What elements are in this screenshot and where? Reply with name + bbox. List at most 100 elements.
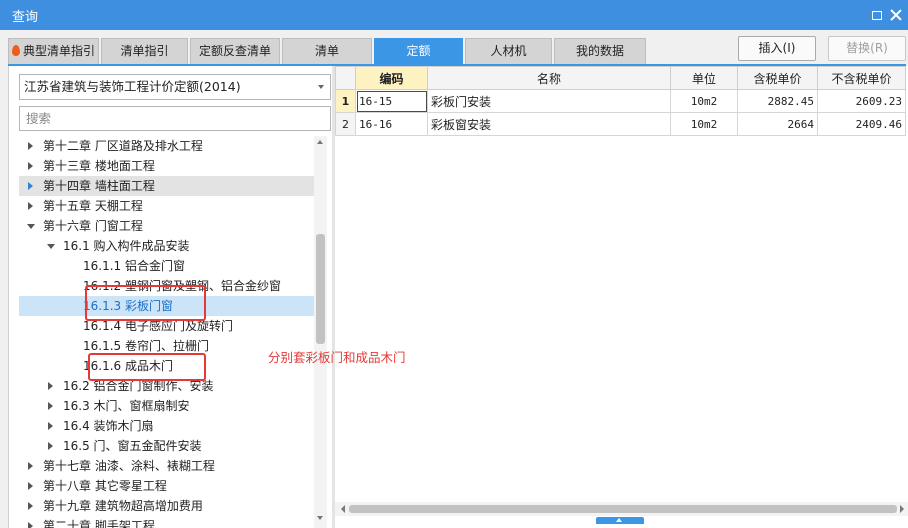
replace-button[interactable]: 替换(R) bbox=[828, 36, 906, 61]
table-row[interactable]: 2 16-16 彩板窗安装 10m2 2664 2409.46 bbox=[335, 112, 906, 136]
library-select[interactable]: 江苏省建筑与装饰工程计价定额(2014) bbox=[19, 74, 331, 100]
column-header-price-tax[interactable]: 含税单价 bbox=[737, 66, 818, 90]
library-select-value: 江苏省建筑与装饰工程计价定额(2014) bbox=[24, 79, 241, 94]
tree-node-label: 16.4 装饰木门扇 bbox=[63, 419, 154, 433]
tree-node-label: 第二十章 脚手架工程 bbox=[43, 519, 155, 528]
tree-node[interactable]: 16.1.2 塑钢门窗及塑钢、铝合金纱窗 bbox=[19, 276, 314, 296]
tree-node[interactable]: 16.5 门、窗五金配件安装 bbox=[19, 436, 314, 456]
scroll-down-icon[interactable] bbox=[317, 516, 323, 520]
tab-typical-list-guide[interactable]: 典型清单指引 bbox=[8, 38, 99, 64]
scroll-right-icon[interactable] bbox=[900, 505, 904, 513]
cell-price-tax[interactable]: 2882.45 bbox=[737, 89, 818, 113]
scroll-up-icon[interactable] bbox=[317, 140, 323, 144]
tree-node-label: 第十八章 其它零星工程 bbox=[43, 479, 167, 493]
column-header-price-notax[interactable]: 不含税单价 bbox=[817, 66, 906, 90]
tree-node[interactable]: 第十三章 楼地面工程 bbox=[19, 156, 314, 176]
expand-right-icon[interactable] bbox=[25, 496, 37, 516]
tab-quota-reverse-lookup[interactable]: 定额反查清单 bbox=[190, 38, 280, 64]
tree-node[interactable]: 第二十章 脚手架工程 bbox=[19, 516, 314, 528]
tree-node-label: 16.5 门、窗五金配件安装 bbox=[63, 439, 202, 453]
expand-right-icon[interactable] bbox=[45, 436, 57, 456]
tree-node[interactable]: 16.1 购入构件成品安装 bbox=[19, 236, 314, 256]
corner-cell bbox=[335, 66, 356, 90]
column-header-name[interactable]: 名称 bbox=[427, 66, 671, 90]
quota-table: 编码 名称 单位 含税单价 不含税单价 1 16-15 彩板门安装 10m2 2… bbox=[335, 66, 906, 136]
cell-code[interactable]: 16-15 bbox=[355, 89, 428, 113]
tree-node-label: 16.1.3 彩板门窗 bbox=[83, 299, 173, 313]
expand-right-icon[interactable] bbox=[45, 396, 57, 416]
cell-unit[interactable]: 10m2 bbox=[670, 89, 738, 113]
tree-node[interactable]: 第十九章 建筑物超高增加费用 bbox=[19, 496, 314, 516]
tree-node-label: 16.1.5 卷帘门、拉栅门 bbox=[83, 339, 209, 353]
tree-node[interactable]: 16.4 装饰木门扇 bbox=[19, 416, 314, 436]
tree-node[interactable]: 第十八章 其它零星工程 bbox=[19, 476, 314, 496]
tab-my-data[interactable]: 我的数据 bbox=[554, 38, 646, 64]
table-horizontal-scrollbar[interactable] bbox=[335, 502, 908, 516]
tree-node-label: 第十九章 建筑物超高增加费用 bbox=[43, 499, 203, 513]
tree-node[interactable]: 16.1.1 铝合金门窗 bbox=[19, 256, 314, 276]
column-header-unit[interactable]: 单位 bbox=[670, 66, 738, 90]
expand-right-icon[interactable] bbox=[25, 516, 37, 528]
tree-node-label: 16.1.1 铝合金门窗 bbox=[83, 259, 185, 273]
title-bar: 查询 bbox=[0, 0, 908, 30]
tree-node[interactable]: 第十五章 天棚工程 bbox=[19, 196, 314, 216]
tab-bill-list[interactable]: 清单 bbox=[282, 38, 372, 64]
tree-node-label: 16.2 铝合金门窗制作、安装 bbox=[63, 379, 214, 393]
tree-node[interactable]: 16.2 铝合金门窗制作、安装 bbox=[19, 376, 314, 396]
expand-right-icon[interactable] bbox=[25, 456, 37, 476]
column-header-code[interactable]: 编码 bbox=[355, 66, 428, 90]
tree-node-label: 第十二章 厂区道路及排水工程 bbox=[43, 139, 203, 153]
search-input[interactable] bbox=[19, 106, 331, 131]
cell-name[interactable]: 彩板门安装 bbox=[427, 89, 671, 113]
tree-node[interactable]: 第十六章 门窗工程 bbox=[19, 216, 314, 236]
quota-table-panel: 编码 名称 单位 含税单价 不含税单价 1 16-15 彩板门安装 10m2 2… bbox=[335, 66, 908, 528]
tree-node[interactable]: 16.1.3 彩板门窗 bbox=[19, 296, 314, 316]
scroll-left-icon[interactable] bbox=[341, 505, 345, 513]
expand-down-icon[interactable] bbox=[25, 216, 37, 236]
insert-button[interactable]: 插入(I) bbox=[738, 36, 816, 61]
expand-right-icon[interactable] bbox=[45, 376, 57, 396]
cell-code[interactable]: 16-16 bbox=[355, 112, 428, 136]
tree-node[interactable]: 第十七章 油漆、涂料、裱糊工程 bbox=[19, 456, 314, 476]
row-number: 2 bbox=[335, 112, 356, 136]
expand-right-icon[interactable] bbox=[25, 196, 37, 216]
tree-node[interactable]: 16.3 木门、窗框扇制安 bbox=[19, 396, 314, 416]
cell-unit[interactable]: 10m2 bbox=[670, 112, 738, 136]
tree-scrollbar[interactable] bbox=[314, 136, 327, 528]
expand-right-icon[interactable] bbox=[45, 416, 57, 436]
tab-label: 定额反查清单 bbox=[198, 44, 271, 58]
expand-right-icon[interactable] bbox=[25, 156, 37, 176]
expand-down-icon[interactable] bbox=[45, 236, 57, 256]
expand-right-icon[interactable] bbox=[25, 476, 37, 496]
tree-node[interactable]: 第十二章 厂区道路及排水工程 bbox=[19, 136, 314, 156]
expand-right-icon[interactable] bbox=[25, 136, 37, 156]
cell-price-tax[interactable]: 2664 bbox=[737, 112, 818, 136]
cell-name[interactable]: 彩板窗安装 bbox=[427, 112, 671, 136]
tab-label: 典型清单指引 bbox=[22, 44, 95, 58]
left-panel: 江苏省建筑与装饰工程计价定额(2014) 第十二章 厂区道路及排水工程第十三章 … bbox=[8, 66, 332, 528]
collapse-panel-handle[interactable] bbox=[596, 517, 644, 524]
cell-price-notax[interactable]: 2409.46 bbox=[817, 112, 906, 136]
maximize-icon[interactable] bbox=[866, 5, 886, 25]
tree-node-label: 16.1.2 塑钢门窗及塑钢、铝合金纱窗 bbox=[83, 279, 281, 293]
tree-node-label: 16.1 购入构件成品安装 bbox=[63, 239, 190, 253]
tree-node-label: 16.1.4 电子感应门及旋转门 bbox=[83, 319, 233, 333]
tree-node-label: 16.1.6 成品木门 bbox=[83, 359, 173, 373]
tab-labor-material-machine[interactable]: 人材机 bbox=[465, 38, 552, 64]
tree-node[interactable]: 16.1.4 电子感应门及旋转门 bbox=[19, 316, 314, 336]
expand-right-icon[interactable] bbox=[25, 176, 37, 196]
tab-list-guide[interactable]: 清单指引 bbox=[101, 38, 188, 64]
tab-quota[interactable]: 定额 bbox=[374, 38, 463, 64]
tab-label: 清单指引 bbox=[120, 44, 169, 58]
tree-node-label: 第十六章 门窗工程 bbox=[43, 219, 143, 233]
scroll-thumb[interactable] bbox=[349, 505, 897, 513]
close-icon[interactable] bbox=[886, 5, 906, 25]
table-row[interactable]: 1 16-15 彩板门安装 10m2 2882.45 2609.23 bbox=[335, 89, 906, 113]
tree-node-label: 16.3 木门、窗框扇制安 bbox=[63, 399, 190, 413]
cell-price-notax[interactable]: 2609.23 bbox=[817, 89, 906, 113]
dropdown-arrow-icon bbox=[318, 85, 324, 89]
tree-node-label: 第十七章 油漆、涂料、裱糊工程 bbox=[43, 459, 215, 473]
scroll-thumb[interactable] bbox=[316, 234, 325, 344]
row-number: 1 bbox=[335, 89, 356, 113]
tree-node[interactable]: 第十四章 墙柱面工程 bbox=[19, 176, 314, 196]
